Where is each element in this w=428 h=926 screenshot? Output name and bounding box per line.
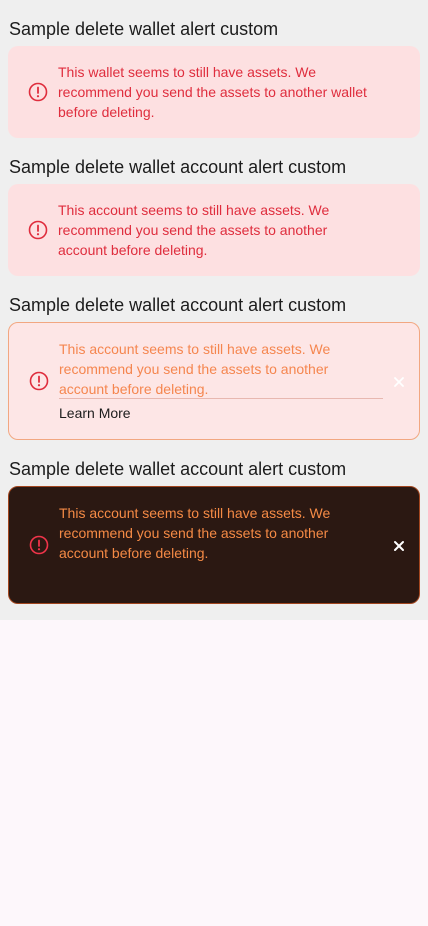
alert-circle-icon [28,220,48,240]
alert-message-line: account before deleting. [58,242,208,258]
alert-message-line: This account seems to still have assets.… [59,341,331,357]
alert-message: This account seems to still have assets.… [58,200,329,260]
close-icon[interactable] [393,540,405,552]
alert-circle-icon [29,371,49,391]
delete-wallet-alert: This wallet seems to still have assets. … [8,46,420,138]
alert-message: This account seems to still have assets.… [59,503,330,563]
alert-message-line: before deleting. [58,104,155,120]
alert-message-line: recommend you send the assets to another… [58,84,367,100]
alert-message-line: account before deleting. [59,381,209,397]
alert-message: This wallet seems to still have assets. … [58,62,367,122]
alert-message-line: recommend you send the assets to another [59,361,329,377]
close-icon[interactable] [393,376,405,388]
warning-account-alert: This account seems to still have assets.… [8,322,420,440]
learn-more-link[interactable]: Learn More [59,403,131,423]
alert-message: This account seems to still have assets.… [59,339,330,399]
section-title-2: Sample delete wallet account alert custo… [9,157,347,177]
alert-message-line: account before deleting. [59,545,209,561]
alert-message-line: This wallet seems to still have assets. … [58,64,317,80]
section-title-4: Sample delete wallet account alert custo… [9,459,347,479]
alert-message-line: This account seems to still have assets.… [59,505,331,521]
delete-account-alert: This account seems to still have assets.… [8,184,420,276]
alert-message-line: recommend you send the assets to another [59,525,329,541]
alert-circle-icon [29,535,49,555]
alerts-panel: Sample delete wallet alert custom This w… [0,0,428,620]
dark-account-alert: This account seems to still have assets.… [8,486,420,604]
section-title-3: Sample delete wallet account alert custo… [9,295,347,315]
message-divider [59,398,383,399]
alert-message-line: This account seems to still have assets.… [58,202,330,218]
alert-circle-icon [28,82,48,102]
section-title-1: Sample delete wallet alert custom [9,19,279,39]
alert-message-line: recommend you send the assets to another [58,222,328,238]
